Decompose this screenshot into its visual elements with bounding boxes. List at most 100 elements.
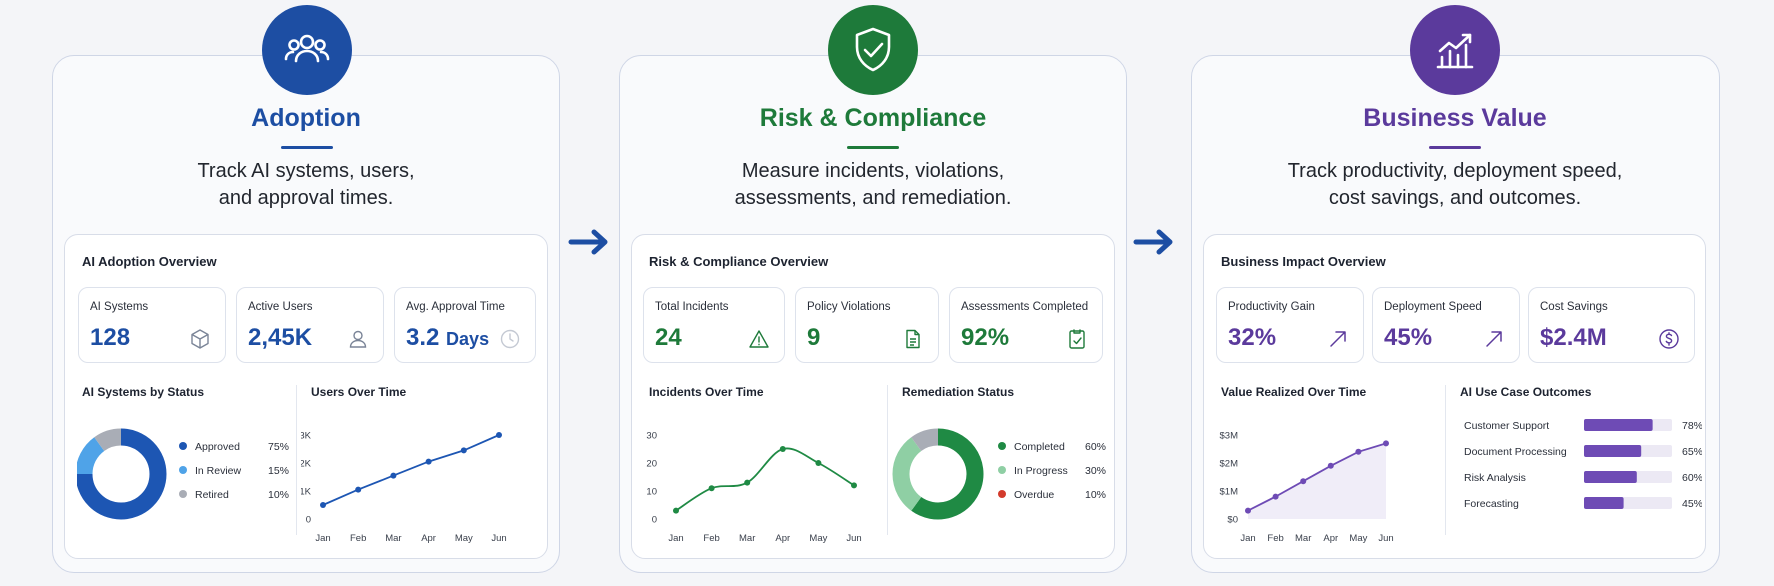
donut-slice (94, 428, 122, 452)
kpi-cost-savings[interactable]: Cost Savings $2.4M (1528, 287, 1695, 363)
x-tick-label: Jun (846, 533, 861, 544)
legend-dot (998, 490, 1006, 498)
bar (1584, 419, 1653, 431)
data-point (1272, 493, 1279, 500)
bar-value-label: 60% (1682, 472, 1702, 484)
value-desc-line1: Track productivity, deployment speed, (1287, 160, 1623, 182)
kpi-assessments-completed[interactable]: Assessments Completed 92% (949, 287, 1103, 363)
kpi-value: 45% (1384, 324, 1433, 351)
legend-label: Approved (195, 441, 240, 453)
dollar-icon (1659, 329, 1679, 349)
legend-dot (998, 466, 1006, 474)
shield-check-icon (855, 27, 891, 72)
kpi-label: Deployment Speed (1384, 301, 1482, 313)
legend-label: Overdue (1014, 489, 1054, 501)
kpi-total-incidents[interactable]: Total Incidents 24 (643, 287, 785, 363)
kpi-approval-time[interactable]: Avg. Approval Time 3.2 Days (394, 287, 536, 363)
data-point (708, 485, 715, 492)
cube-icon (191, 329, 209, 349)
kpi-label: Assessments Completed (961, 301, 1089, 313)
adoption-underline (281, 146, 333, 149)
bar (1584, 471, 1637, 483)
bar (1584, 445, 1642, 457)
line-chart-title: Incidents Over Time (649, 385, 764, 399)
checklist-icon (1069, 329, 1085, 349)
risk-underline (847, 146, 899, 149)
data-point (1327, 462, 1334, 469)
trend-up-icon (1486, 331, 1502, 347)
kpi-label: Total Incidents (655, 301, 729, 313)
y-tick-label: $2M (1220, 459, 1239, 470)
bar-chart-title: AI Use Case Outcomes (1460, 385, 1592, 399)
divider (887, 385, 888, 535)
bar-category-label: Customer Support (1464, 420, 1549, 432)
legend-label: In Progress (1014, 465, 1068, 477)
legend-value: 30% (1085, 465, 1106, 477)
adoption-desc-line2: and approval times. (218, 187, 394, 209)
value-description: Track productivity, deployment speed, co… (1265, 158, 1645, 212)
line-chart-title: Users Over Time (311, 385, 407, 399)
x-tick-label: Mar (385, 533, 401, 544)
legend-label: Retired (195, 489, 229, 501)
data-point (320, 502, 326, 508)
y-tick-label: $1M (1220, 487, 1239, 498)
users-icon (284, 34, 330, 63)
legend-dot (179, 490, 187, 498)
y-tick-label: 0 (306, 515, 311, 526)
y-tick-label: 0 (652, 515, 657, 526)
divider (296, 385, 297, 535)
data-point (1383, 440, 1389, 447)
bar-category-label: Risk Analysis (1464, 472, 1526, 484)
data-point (460, 447, 467, 454)
x-tick-label: May (1349, 533, 1367, 544)
kpi-active-users[interactable]: Active Users 2,45K (236, 287, 384, 363)
x-tick-label: Feb (703, 533, 719, 544)
growth-chart-icon (1436, 33, 1474, 69)
divider (1445, 385, 1446, 535)
y-tick-label: 1K (301, 487, 312, 498)
card-title: Risk & Compliance Overview (649, 254, 829, 269)
card-title: AI Adoption Overview (82, 254, 217, 269)
risk-description: Measure incidents, violations, assessmen… (683, 158, 1063, 212)
x-tick-label: May (455, 533, 473, 544)
legend-value: 10% (268, 489, 289, 501)
x-tick-label: Jan (315, 533, 330, 544)
y-tick-label: 3K (301, 431, 312, 442)
data-point (1355, 448, 1362, 455)
bar-category-label: Forecasting (1464, 498, 1519, 510)
legend-value: 10% (1085, 489, 1106, 501)
kpi-ai-systems[interactable]: AI Systems 128 (78, 287, 226, 363)
legend-value: 75% (268, 441, 289, 453)
data-point (744, 479, 751, 486)
kpi-value: $2.4M (1540, 324, 1607, 351)
bar-category-label: Document Processing (1464, 446, 1567, 458)
y-tick-label: 20 (646, 459, 657, 470)
data-point (815, 460, 822, 466)
adoption-title: Adoption (251, 104, 361, 132)
remediation-donut-chart: Completed 60% In Progress 30% Overdue 10% (892, 428, 1106, 520)
risk-desc-line2: assessments, and remediation. (734, 187, 1012, 209)
x-tick-label: Mar (1295, 533, 1311, 544)
kpi-productivity-gain[interactable]: Productivity Gain 32% (1216, 287, 1364, 363)
kpi-label: Productivity Gain (1228, 301, 1315, 313)
y-tick-label: $3M (1220, 431, 1239, 442)
kpi-number: 3.2 (406, 324, 440, 351)
trend-up-icon (1330, 331, 1346, 347)
donut-title: Remediation Status (902, 385, 1015, 399)
legend-value: 60% (1085, 441, 1106, 453)
kpi-value: 2,45K (248, 324, 313, 351)
legend-value: 15% (268, 465, 289, 477)
legend-dot (179, 466, 187, 474)
bar-value-label: 65% (1682, 446, 1702, 458)
legend-label: Completed (1014, 441, 1065, 453)
data-point (425, 458, 432, 465)
data-point (779, 446, 786, 452)
kpi-deployment-speed[interactable]: Deployment Speed 45% (1372, 287, 1520, 363)
risk-desc-line1: Measure incidents, violations, (741, 160, 1005, 182)
adoption-overview-card: AI Adoption Overview AI Systems 128 Acti… (64, 234, 548, 559)
data-point (851, 482, 857, 489)
kpi-value: 9 (807, 324, 821, 351)
arrow-right-icon (1133, 229, 1173, 255)
kpi-value: 128 (90, 324, 131, 351)
kpi-policy-violations[interactable]: Policy Violations 9 (795, 287, 939, 363)
